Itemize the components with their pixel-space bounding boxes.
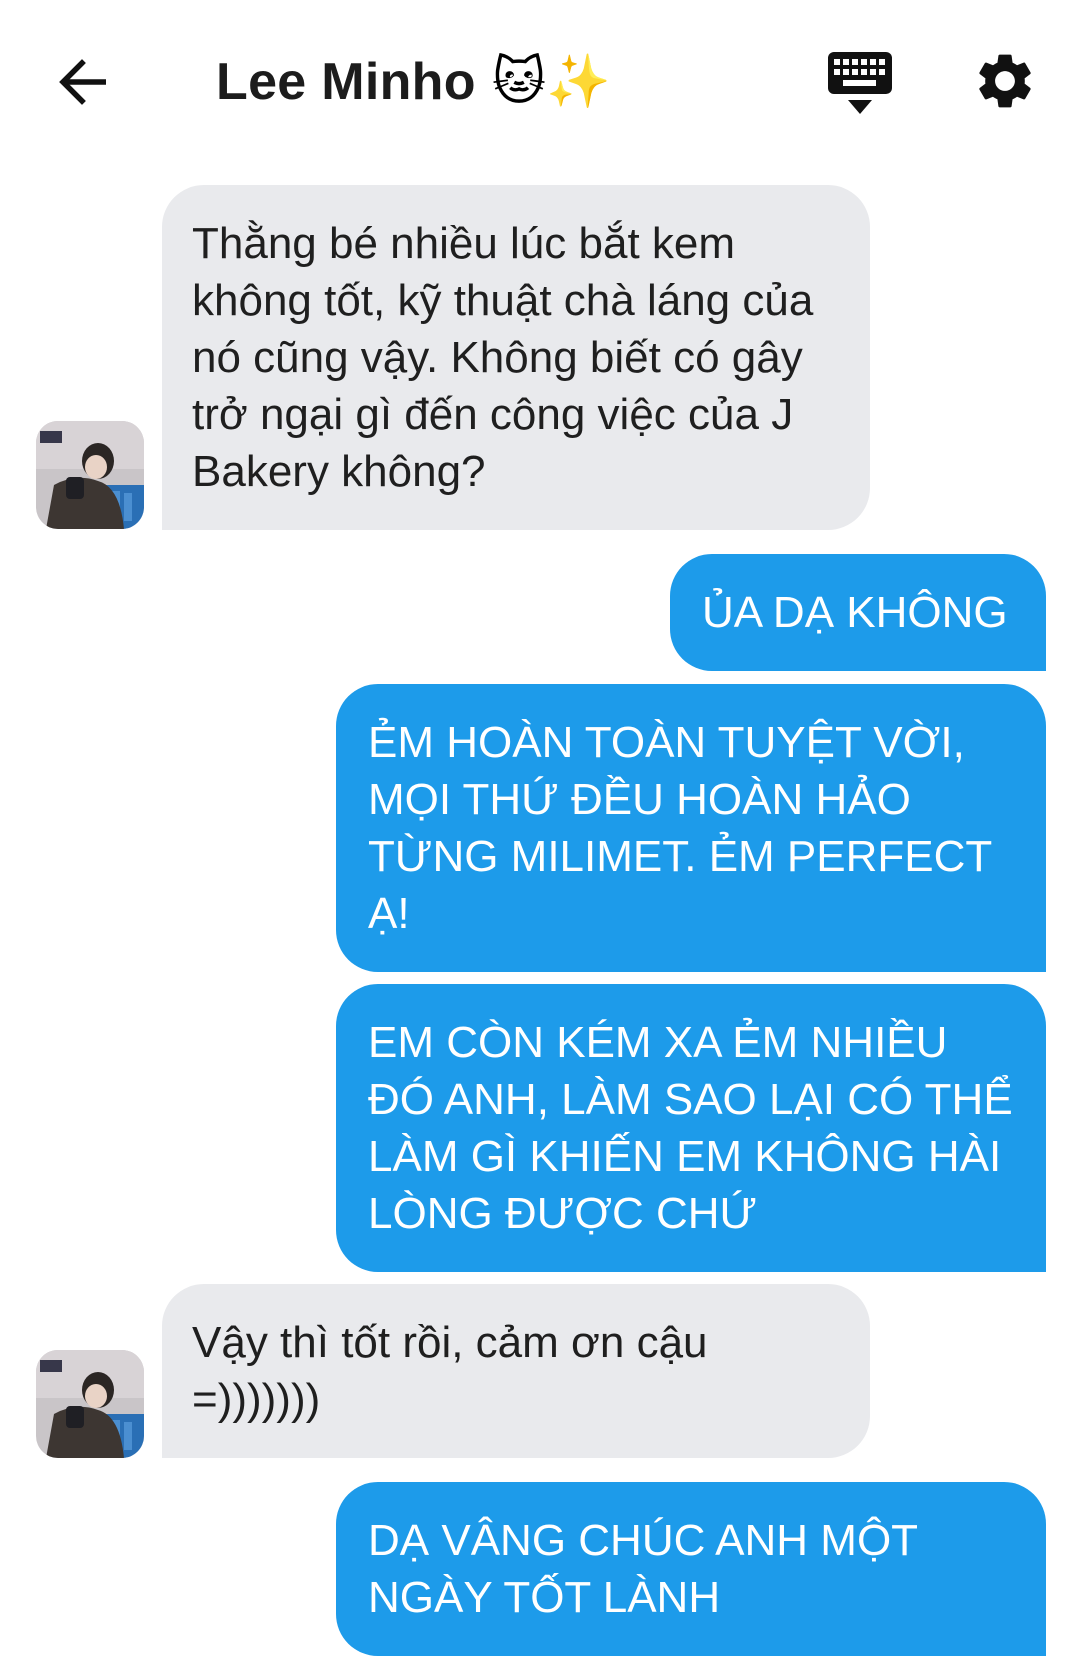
message-text: Vậy thì tốt rồi, cảm ơn cậu =))))))) [192, 1318, 708, 1424]
keyboard-icon [828, 52, 892, 114]
contact-name: Lee Minho [216, 53, 476, 111]
outgoing-message[interactable]: ỦA DẠ KHÔNG [670, 554, 1046, 671]
settings-button[interactable] [972, 48, 1038, 114]
message-text: DẠ VÂNG CHÚC ANH MỘT NGÀY TỐT LÀNH [368, 1516, 918, 1622]
keyboard-button[interactable] [824, 50, 896, 118]
incoming-message[interactable]: Thằng bé nhiều lúc bắt kem không tốt, kỹ… [162, 185, 870, 530]
incoming-message[interactable]: Vậy thì tốt rồi, cảm ơn cậu =))))))) [162, 1284, 870, 1458]
arrow-left-icon [59, 59, 106, 105]
outgoing-message[interactable]: ẺM HOÀN TOÀN TUYỆT VỜI, MỌI THỨ ĐỀU HOÀN… [336, 684, 1046, 972]
avatar-photo [36, 1350, 144, 1458]
conversation-title[interactable]: Lee Minho 🐱✨ [216, 44, 611, 120]
cat-sparkles-emoji: 🐱✨ [491, 53, 611, 111]
chat-header: Lee Minho 🐱✨ [0, 0, 1080, 160]
contact-avatar[interactable] [36, 421, 144, 529]
contact-avatar[interactable] [36, 1350, 144, 1458]
back-button[interactable] [52, 50, 116, 114]
gear-icon [979, 54, 1031, 108]
message-text: Thằng bé nhiều lúc bắt kem không tốt, kỹ… [192, 219, 814, 496]
chat-screen: Lee Minho 🐱✨ Thằng bé nhiều lúc bắt kem … [0, 0, 1080, 1661]
outgoing-message[interactable]: EM CÒN KÉM XA ẺM NHIỀU ĐÓ ANH, LÀM SAO L… [336, 984, 1046, 1272]
message-text: ỦA DẠ KHÔNG [702, 588, 1008, 637]
message-text: EM CÒN KÉM XA ẺM NHIỀU ĐÓ ANH, LÀM SAO L… [368, 1018, 1013, 1238]
message-text: ẺM HOÀN TOÀN TUYỆT VỜI, MỌI THỨ ĐỀU HOÀN… [368, 718, 992, 938]
avatar-photo [36, 421, 144, 529]
outgoing-message[interactable]: DẠ VÂNG CHÚC ANH MỘT NGÀY TỐT LÀNH [336, 1482, 1046, 1656]
